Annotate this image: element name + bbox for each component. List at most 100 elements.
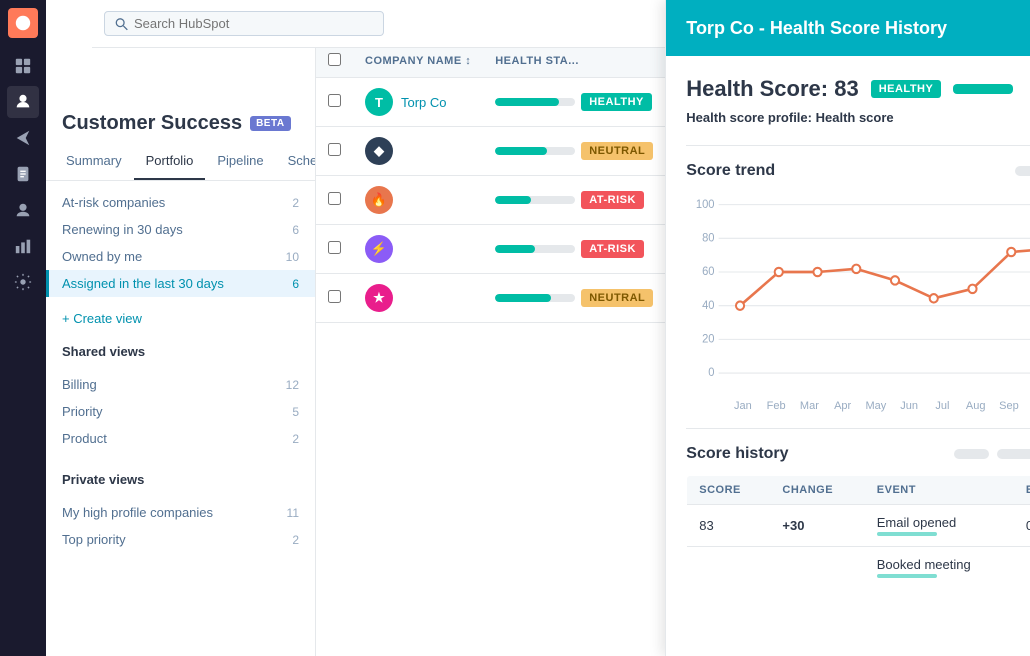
table-row: ★ NEUTRAL [316,274,665,323]
month-jan: Jan [726,400,759,412]
trend-pill-1[interactable] [1015,166,1030,176]
shared-views-list: Billing 12 Priority 5 Product 2 [46,363,315,460]
shared-priority[interactable]: Priority 5 [46,398,315,425]
search-box[interactable] [104,11,384,36]
section-title: Customer Success BETA [62,112,299,135]
score-trend-section: Score trend [686,162,1030,180]
nav-icon-document[interactable] [7,158,39,190]
history-row-2: Booked meeting [687,547,1030,589]
beta-badge: BETA [250,116,290,131]
right-panel-body: Health Score: 83 HEALTHY Health score pr… [666,56,1030,656]
row-checkbox[interactable] [328,143,341,156]
table-row: ◆ NEUTRAL [316,127,665,176]
row-checkbox[interactable] [328,241,341,254]
tab-portfolio[interactable]: Portfolio [134,143,206,180]
hubspot-logo[interactable] [8,8,38,38]
score-trend-label: Score trend [686,162,775,180]
right-panel: Torp Co - Health Score History × Health … [665,0,1030,656]
health-status-cell: AT-RISK [483,176,665,225]
row-checkbox[interactable] [328,290,341,303]
company-name-cell: TTorp Co [353,78,483,127]
company-name-cell: ◆ [353,127,483,176]
tab-pipeline[interactable]: Pipeline [205,143,275,180]
nav-icon-bar-chart[interactable] [7,230,39,262]
select-all-checkbox[interactable] [328,53,341,66]
nav-icon-settings[interactable] [7,266,39,298]
health-status-cell: NEUTRAL [483,274,665,323]
event-cell-2: Booked meeting [865,547,1014,589]
score-history-label: Score history [686,445,788,463]
month-jul: Jul [926,400,959,412]
month-jun: Jun [893,400,926,412]
event-date-cell-2 [1014,547,1030,589]
event-cell-1: Email opened [865,505,1014,547]
score-cell-2 [687,547,771,589]
chart-x-labels: Jan Feb Mar Apr May Jun Jul Aug Sep Oct … [686,400,1030,412]
event-col-header: EVENT [865,476,1014,505]
month-aug: Aug [959,400,992,412]
nav-icon-send[interactable] [7,122,39,154]
score-cell-1: 83 [687,505,771,547]
tab-schedule[interactable]: Schedule [276,143,315,180]
row-checkbox-cell [316,225,353,274]
score-history-header: Score history [686,445,1030,463]
shared-billing[interactable]: Billing 12 [46,371,315,398]
health-score-title: Health Score: 83 [686,76,858,102]
company-name-cell: 🔥 [353,176,483,225]
row-checkbox-cell [316,127,353,176]
list-item-renewing[interactable]: Renewing in 30 days 6 [46,216,315,243]
event-date-col-header[interactable]: EVENT DATE ↕ [1014,476,1030,505]
month-mar: Mar [793,400,826,412]
svg-text:0: 0 [709,367,715,379]
list-item-at-risk[interactable]: At-risk companies 2 [46,189,315,216]
health-profile: Health score profile: Health score [686,110,1030,125]
private-high-profile[interactable]: My high profile companies 11 [46,499,315,526]
score-col-header: SCORE [687,476,771,505]
nav-icon-person[interactable] [7,194,39,226]
score-trend-chart: 100 80 60 40 20 0 [686,192,1030,392]
section-header: Customer Success BETA [46,96,315,143]
table-row: 🔥 AT-RISK [316,176,665,225]
score-history-table: SCORE CHANGE EVENT EVENT DATE ↕ 83 +30 [686,475,1030,589]
table-row: TTorp Co HEALTHY [316,78,665,127]
health-score-row: Health Score: 83 HEALTHY [686,76,1030,102]
history-pill-2[interactable] [997,449,1030,459]
event-date-cell-1: 03/10/2024 [1014,505,1030,547]
change-cell-1: +30 [770,505,864,547]
chart-svg: 100 80 60 40 20 0 [686,192,1030,392]
list-item-owned[interactable]: Owned by me 10 [46,243,315,270]
company-name-cell: ⚡ [353,225,483,274]
select-all-header [316,45,353,78]
nav-icon-grid[interactable] [7,50,39,82]
tabs: Summary Portfolio Pipeline Schedule Feed [46,143,315,181]
create-view-btn[interactable]: + Create view [46,305,315,332]
divider-1 [686,145,1030,146]
svg-text:40: 40 [702,300,714,312]
health-status-cell: AT-RISK [483,225,665,274]
private-top-priority[interactable]: Top priority 2 [46,526,315,553]
private-views-header: Private views [46,460,315,491]
companies-table: COMPANY NAME ↕ HEALTH STA... TTorp Co HE… [316,45,665,656]
search-input[interactable] [134,16,373,31]
change-cell-2 [770,547,864,589]
company-name-header[interactable]: COMPANY NAME ↕ [353,45,483,78]
history-pill-1[interactable] [954,449,989,459]
svg-text:80: 80 [702,232,714,244]
shared-product[interactable]: Product 2 [46,425,315,452]
nav-icon-customer[interactable] [7,86,39,118]
row-checkbox[interactable] [328,94,341,107]
row-checkbox-cell [316,274,353,323]
tab-summary[interactable]: Summary [54,143,134,180]
right-panel-title: Torp Co - Health Score History [686,18,947,39]
search-icon [115,17,128,31]
list-item-assigned[interactable]: Assigned in the last 30 days 6 [46,270,315,297]
table-row: ⚡ AT-RISK [316,225,665,274]
health-status-header[interactable]: HEALTH STA... [483,45,665,78]
left-panel: Customer Success BETA Summary Portfolio … [46,0,316,656]
svg-text:20: 20 [702,333,714,345]
row-checkbox[interactable] [328,192,341,205]
history-pills [954,449,1030,459]
month-oct: Oct [1026,400,1030,412]
shared-views-header: Shared views [46,332,315,363]
company-name-cell: ★ [353,274,483,323]
